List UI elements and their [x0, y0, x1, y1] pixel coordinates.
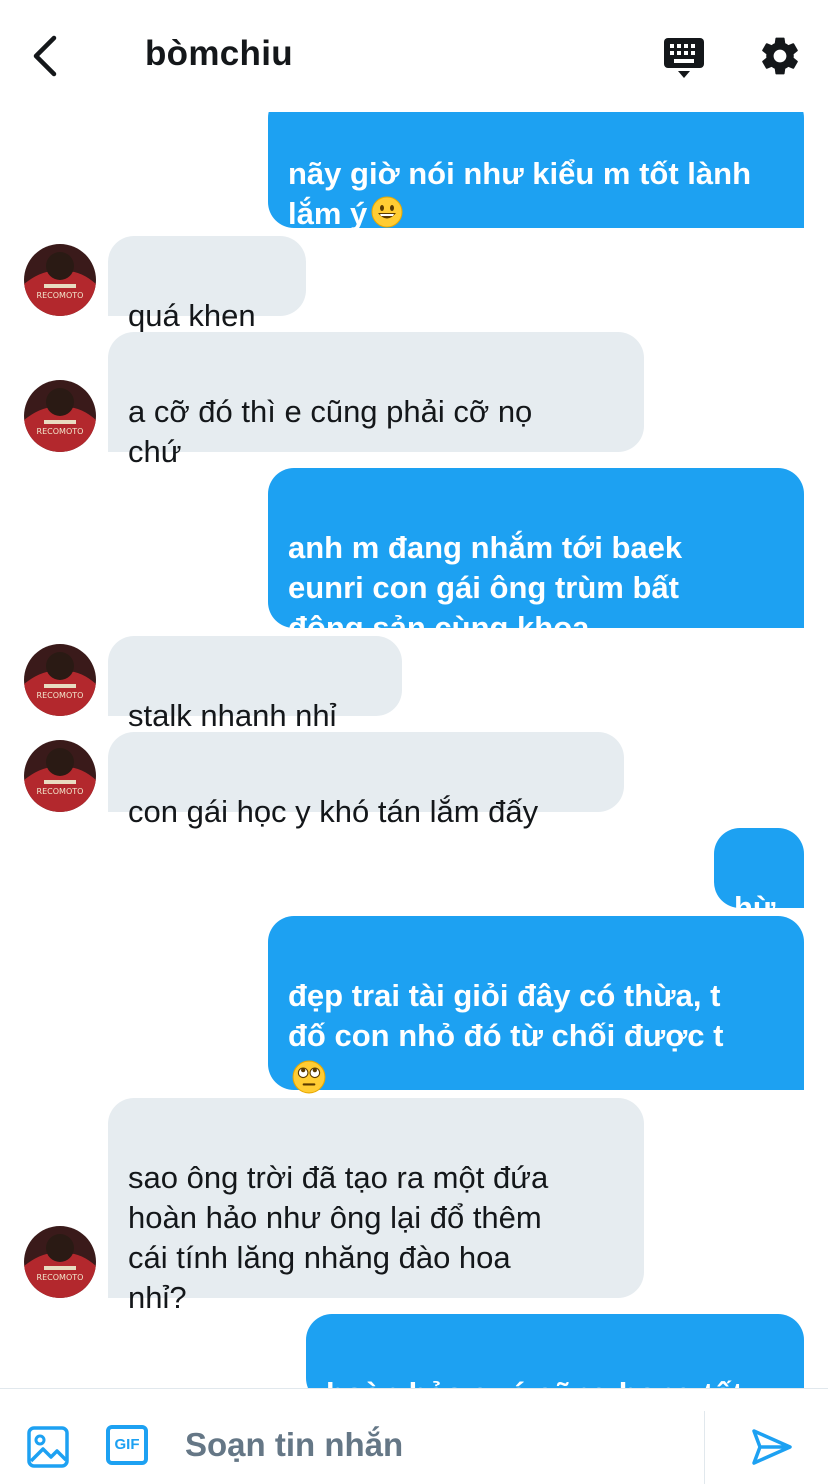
grinning-face-emoji [371, 196, 403, 238]
message-text: anh m đang nhắm tới baek eunri con gái ô… [288, 530, 683, 645]
message-thread[interactable]: nãy giờ nói như kiểu m tốt lành lắm ý qu… [0, 0, 828, 1388]
sent-message[interactable]: hoàn hảo quá cũng hong tốt [306, 1314, 804, 1388]
message-text: hoàn hảo quá cũng hong tốt [326, 1376, 743, 1388]
received-message[interactable]: con gái học y khó tán lắm đấy [108, 732, 624, 829]
svg-text:RECOMOTO: RECOMOTO [37, 787, 84, 796]
sent-message[interactable]: đẹp trai tài giỏi đây có thừa, t đố con … [268, 916, 804, 1094]
sent-message[interactable]: hừ [714, 828, 804, 925]
conversation-header: bòmchiu [0, 0, 828, 112]
contact-avatar[interactable]: RECOMOTO [24, 740, 96, 812]
image-icon [26, 1426, 70, 1473]
message-text: con gái học y khó tán lắm đấy [128, 794, 539, 829]
received-message[interactable]: stalk nhanh nhỉ [108, 636, 402, 733]
svg-text:RECOMOTO: RECOMOTO [37, 691, 84, 700]
message-text: nãy giờ nói như kiểu m tốt lành lắm ý [288, 156, 752, 231]
message-text: đẹp trai tài giỏi đây có thừa, t đố con … [288, 978, 724, 1053]
send-button[interactable] [750, 1427, 794, 1467]
message-text: sao ông trời đã tạo ra một đứa hoàn hảo … [128, 1160, 549, 1315]
contact-avatar[interactable]: RECOMOTO [24, 1226, 96, 1298]
sent-message[interactable]: anh m đang nhắm tới baek eunri con gái ô… [268, 468, 804, 645]
received-message[interactable]: a cỡ đó thì e cũng phải cỡ nọ chứ [108, 332, 644, 469]
gear-icon [758, 37, 802, 82]
keyboard-shortcuts-button[interactable] [662, 36, 706, 80]
back-button[interactable] [28, 34, 62, 78]
composer-divider [704, 1411, 705, 1484]
contact-avatar[interactable]: RECOMOTO [24, 644, 96, 716]
contact-avatar[interactable]: RECOMOTO [24, 380, 96, 452]
conversation-title: bòmchiu [145, 34, 293, 73]
contact-avatar[interactable]: RECOMOTO [24, 244, 96, 316]
sent-message[interactable]: nãy giờ nói như kiểu m tốt lành lắm ý [268, 92, 804, 231]
message-text: a cỡ đó thì e cũng phải cỡ nọ chứ [128, 394, 533, 469]
received-message[interactable]: sao ông trời đã tạo ra một đứa hoàn hảo … [108, 1098, 644, 1315]
svg-text:RECOMOTO: RECOMOTO [37, 1273, 84, 1282]
message-text: stalk nhanh nhỉ [128, 698, 337, 733]
keyboard-icon [662, 38, 706, 84]
message-composer: GIF [0, 1388, 828, 1484]
received-message[interactable]: quá khen [108, 236, 306, 333]
gif-button[interactable]: GIF [106, 1425, 148, 1465]
settings-button[interactable] [758, 34, 802, 78]
svg-text:RECOMOTO: RECOMOTO [37, 291, 84, 300]
message-text: quá khen [128, 298, 256, 333]
message-input[interactable] [185, 1423, 685, 1467]
chevron-left-icon [28, 35, 62, 82]
attach-image-button[interactable] [26, 1425, 70, 1469]
svg-text:RECOMOTO: RECOMOTO [37, 427, 84, 436]
send-icon [750, 1429, 794, 1471]
